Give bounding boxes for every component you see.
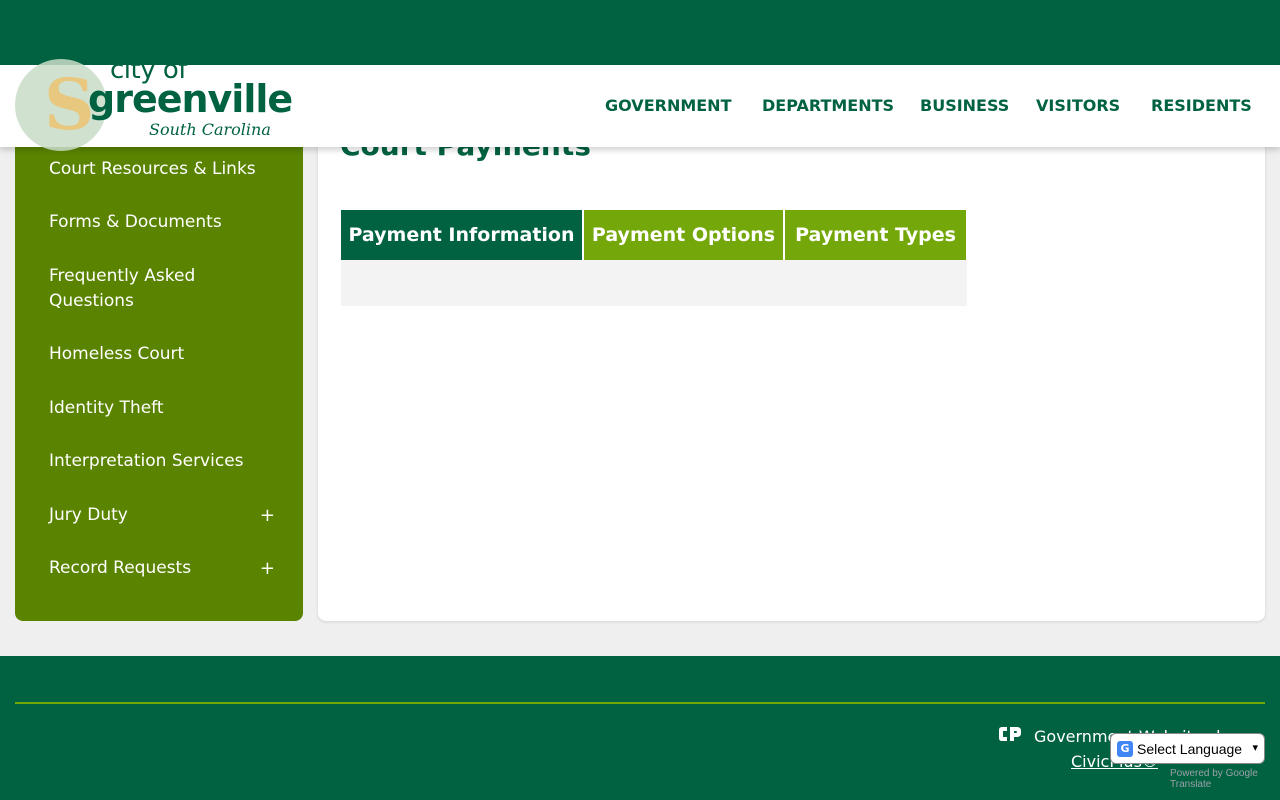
sidebar-item-record-requests[interactable]: Record Requests [49, 556, 289, 581]
sidebar-item-interpretation[interactable]: Interpretation Services [49, 449, 289, 474]
chevron-down-icon: ▾ [1252, 741, 1258, 754]
powered-by-google[interactable]: Powered by Google Translate [1170, 768, 1280, 790]
site-footer: Government Websites by CivicPlus® [0, 656, 1280, 800]
logo-s-mark: S [44, 63, 95, 146]
sidebar-item-jury-duty[interactable]: Jury Duty [49, 503, 289, 528]
google-wordmark: Google [1225, 768, 1258, 779]
sidebar-item-faq[interactable]: Frequently Asked Questions [49, 264, 219, 314]
powered-by-label: Powered by [1170, 768, 1223, 779]
language-select-label: Select Language [1137, 740, 1243, 757]
sidebar-item-identity-theft[interactable]: Identity Theft [49, 396, 289, 421]
nav-residents[interactable]: RESIDENTS [1151, 96, 1252, 115]
civicplus-logo-icon [999, 727, 1021, 741]
tab-panel [341, 260, 967, 306]
sidebar-nav: Court Resources & Links Forms & Document… [15, 105, 303, 621]
footer-divider [15, 702, 1265, 704]
language-select[interactable]: G Select Language ▾ [1110, 733, 1265, 764]
record-requests-expand-icon[interactable]: + [260, 556, 275, 581]
content-panel: Court Payments Payment Information Payme… [318, 105, 1265, 621]
tab-payment-options[interactable]: Payment Options [584, 210, 783, 260]
tab-payment-types[interactable]: Payment Types [785, 210, 966, 260]
main-area: Court Resources & Links Forms & Document… [0, 65, 1280, 656]
tab-payment-information[interactable]: Payment Information [341, 210, 582, 260]
site-header: S city of greenville South Carolina GOVE… [0, 55, 1280, 151]
sidebar-item-court-resources[interactable]: Court Resources & Links [49, 157, 289, 182]
sidebar-item-homeless-court[interactable]: Homeless Court [49, 342, 289, 367]
nav-visitors[interactable]: VISITORS [1036, 96, 1120, 115]
nav-government[interactable]: GOVERNMENT [605, 96, 731, 115]
sidebar-item-forms[interactable]: Forms & Documents [49, 210, 289, 235]
city-logo[interactable]: S city of greenville South Carolina [12, 53, 293, 151]
translate-label: Translate [1170, 779, 1212, 790]
jury-duty-expand-icon[interactable]: + [260, 503, 275, 528]
payment-tabs: Payment Information Payment Options Paym… [341, 210, 967, 306]
logo-state: South Carolina [149, 120, 271, 139]
nav-business[interactable]: BUSINESS [920, 96, 1009, 115]
nav-departments[interactable]: DEPARTMENTS [762, 96, 894, 115]
logo-name: greenville [88, 77, 293, 121]
google-translate-icon: G [1117, 740, 1133, 757]
